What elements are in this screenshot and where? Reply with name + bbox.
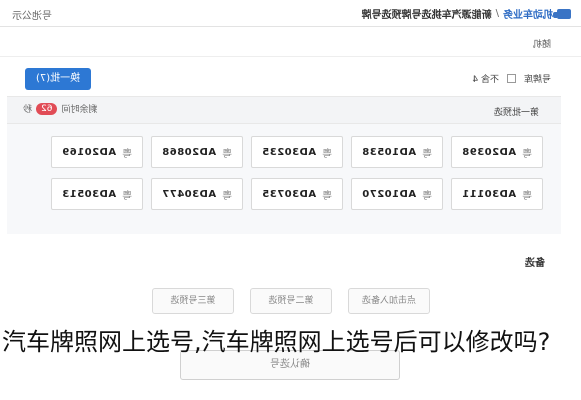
plate-prefix: 粤 [522, 148, 533, 160]
backup-title: 备选 [525, 258, 545, 269]
plate-option[interactable]: 粤 AD30735 [251, 178, 343, 210]
exclude-4-label: 不含 4 [472, 75, 499, 85]
sub-header: 随机 [0, 27, 581, 57]
top-bar: 机动车业务 / 新能源汽车挑选号牌预选号牌 号池公示 [0, 0, 581, 27]
plate-option[interactable]: 粤 AD20868 [151, 136, 243, 168]
timer-unit: 秒 [23, 105, 33, 115]
plate-option[interactable]: 粤 AD30513 [51, 178, 143, 210]
plate-grid: 粤 AD20398 粤 AD10538 粤 AD30235 粤 AD20868 粤 AD20169… [7, 124, 561, 234]
plate-prefix: 粤 [322, 190, 333, 202]
breadcrumb-page: 新能源汽车挑选号牌预选号牌 [361, 10, 492, 21]
plate-prefix: 粤 [122, 148, 133, 160]
pool-notice-link[interactable]: 号池公示 [12, 7, 52, 22]
plate-list: 粤 AD20398 粤 AD10538 粤 AD30235 粤 AD20868 粤 AD20169… [43, 136, 543, 210]
refresh-batch-button[interactable]: 换一批(7) [25, 68, 91, 90]
backup-choice-button[interactable]: 点击加入备选 [348, 288, 430, 314]
plate-panel: 号牌库 不含 4 换一批(7) 第一批预选 剩余时间 62 秒 粤 AD20398… [7, 62, 561, 252]
plate-number: AD20868 [161, 146, 217, 158]
sub-header-title: 随机 [532, 40, 551, 50]
backup-choice-button[interactable]: 第三号预选 [152, 288, 234, 314]
plate-option[interactable]: 粤 AD30235 [251, 136, 343, 168]
overlay-caption: 汽车牌照网上选号,汽车牌照网上选号后可以修改吗? [2, 328, 551, 356]
plate-option[interactable]: 粤 AD10538 [351, 136, 443, 168]
plate-number: AD30477 [161, 188, 217, 200]
plate-option[interactable]: 粤 AD10270 [351, 178, 443, 210]
plate-prefix: 粤 [222, 148, 233, 160]
plate-prefix: 粤 [122, 190, 133, 202]
plate-prefix: 粤 [522, 190, 533, 202]
exclude-4-checkbox[interactable] [506, 74, 516, 83]
plate-number: AD20398 [461, 146, 517, 158]
plate-option[interactable]: 粤 AD20398 [451, 136, 543, 168]
plate-prefix: 粤 [322, 148, 333, 160]
plate-number: AD30111 [461, 188, 517, 200]
countdown: 剩余时间 62 秒 [23, 102, 97, 115]
breadcrumb: 机动车业务 / 新能源汽车挑选号牌预选号牌 [362, 6, 571, 21]
plate-number: AD10270 [361, 188, 417, 200]
plate-number: AD30235 [261, 146, 317, 158]
pool-label: 号牌库 [523, 75, 551, 85]
batch-bar: 第一批预选 剩余时间 62 秒 [7, 96, 561, 124]
pool-row: 号牌库 不含 4 [472, 72, 551, 85]
plate-number: AD30513 [61, 188, 117, 200]
plate-option[interactable]: 粤 AD20169 [51, 136, 143, 168]
plate-number: AD10538 [361, 146, 417, 158]
plate-number: AD20169 [61, 146, 117, 158]
backup-choice-button[interactable]: 第二号预选 [250, 288, 332, 314]
batch-label: 第一批预选 [493, 108, 539, 118]
backup-choices: 点击加入备选 第二号预选 第三号预选 [81, 288, 501, 314]
timer-value: 62 [36, 102, 58, 115]
breadcrumb-module[interactable]: 机动车业务 [503, 6, 553, 21]
timer-prefix: 剩余时间 [61, 105, 98, 115]
car-icon [557, 8, 571, 19]
plate-option[interactable]: 粤 AD30477 [151, 178, 243, 210]
plate-prefix: 粤 [422, 190, 433, 202]
plate-number: AD30735 [261, 188, 317, 200]
plate-prefix: 粤 [422, 148, 433, 160]
plate-option[interactable]: 粤 AD30111 [451, 178, 543, 210]
plate-prefix: 粤 [222, 190, 233, 202]
breadcrumb-separator: / [495, 8, 499, 19]
